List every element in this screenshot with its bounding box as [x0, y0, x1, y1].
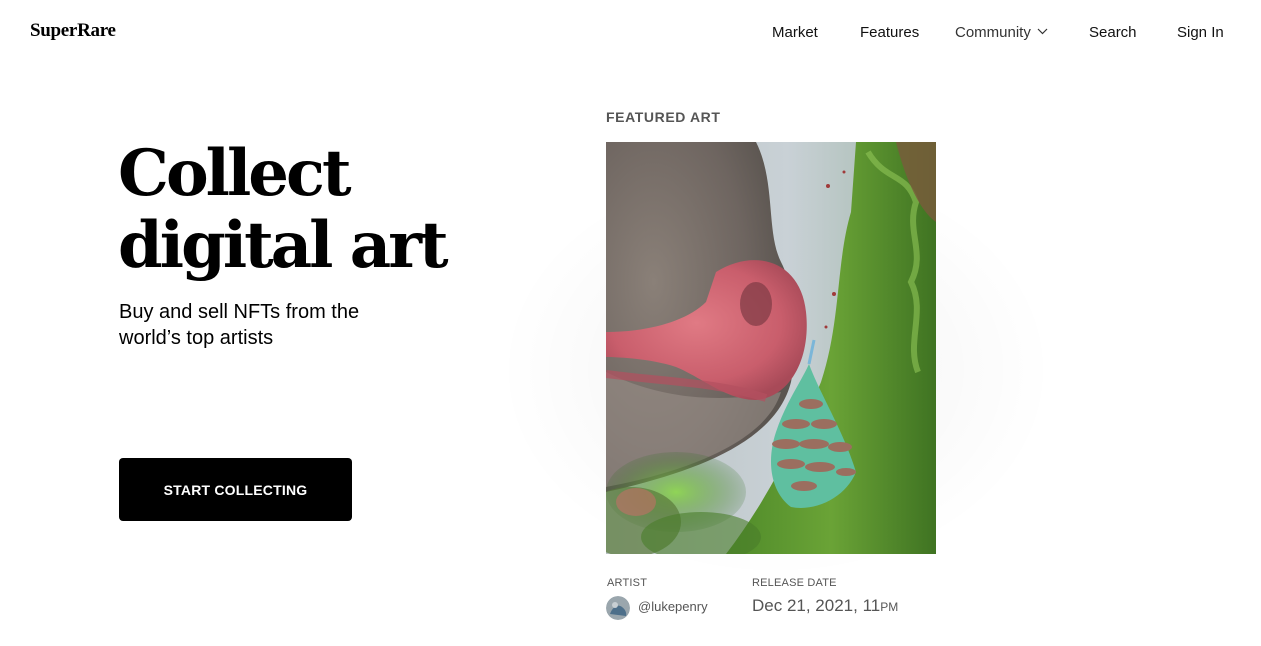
artist-label: ARTIST	[607, 577, 648, 589]
hero-title: Collect digital art	[118, 138, 478, 282]
release-date: Dec 21, 2021, 11PM	[752, 596, 898, 616]
nav-market[interactable]: Market	[772, 24, 818, 41]
release-date-value: Dec 21, 2021, 11	[752, 596, 881, 615]
featured-artwork-image	[606, 142, 936, 554]
artist-handle[interactable]: @lukepenry	[638, 599, 708, 614]
nav-community[interactable]: Community	[955, 24, 1048, 41]
release-date-label: RELEASE DATE	[752, 577, 837, 589]
nav-search[interactable]: Search	[1089, 24, 1137, 41]
hero-subtitle: Buy and sell NFTs from the world’s top a…	[119, 301, 360, 349]
nav-community-label: Community	[955, 24, 1031, 41]
featured-artwork[interactable]	[606, 142, 936, 554]
artist-avatar[interactable]	[606, 596, 630, 620]
nav-features[interactable]: Features	[860, 24, 919, 41]
artist-avatar-image	[606, 596, 630, 620]
start-collecting-button[interactable]: START COLLECTING	[119, 458, 352, 521]
release-date-suffix: PM	[880, 600, 899, 614]
hero-title-line-2: digital art	[118, 208, 449, 283]
featured-art-label: FEATURED ART	[606, 109, 721, 125]
hero-title-line-1: Collect	[118, 136, 352, 211]
nav-signin[interactable]: Sign In	[1177, 24, 1224, 41]
chevron-down-icon	[1037, 28, 1048, 35]
main-nav: Market Features Community Search Sign In	[0, 24, 1261, 44]
